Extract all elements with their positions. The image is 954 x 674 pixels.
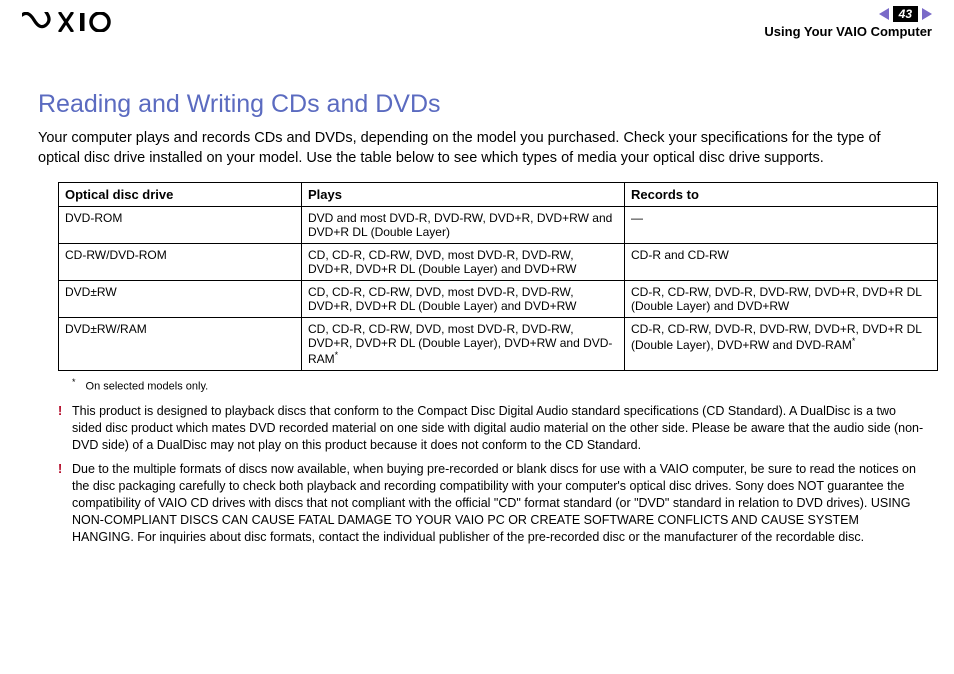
page-title: Reading and Writing CDs and DVDs (38, 90, 924, 119)
table-row: DVD±RW CD, CD-R, CD-RW, DVD, most DVD-R,… (59, 281, 938, 318)
page-number: 43 (893, 6, 918, 22)
cell-drive: CD-RW/DVD-ROM (59, 244, 302, 281)
col-header-plays: Plays (302, 183, 625, 207)
cell-drive: DVD±RW/RAM (59, 318, 302, 371)
cell-records: CD-R and CD-RW (625, 244, 938, 281)
header-right: 43 Using Your VAIO Computer (764, 6, 932, 39)
vaio-logo (22, 12, 112, 37)
page-header: 43 Using Your VAIO Computer (0, 0, 954, 50)
next-page-button[interactable] (922, 8, 932, 20)
table-footnote: *On selected models only. (72, 377, 924, 393)
warning-icon: ! (58, 461, 72, 545)
table-row: CD-RW/DVD-ROM CD, CD-R, CD-RW, DVD, most… (59, 244, 938, 281)
warning-icon: ! (58, 403, 72, 454)
cell-plays: DVD and most DVD-R, DVD-RW, DVD+R, DVD+R… (302, 207, 625, 244)
cell-plays: CD, CD-R, CD-RW, DVD, most DVD-R, DVD-RW… (302, 281, 625, 318)
warning-text: Due to the multiple formats of discs now… (72, 461, 924, 545)
warning-note: ! Due to the multiple formats of discs n… (58, 461, 924, 545)
table-row: DVD-ROM DVD and most DVD-R, DVD-RW, DVD+… (59, 207, 938, 244)
cell-plays: CD, CD-R, CD-RW, DVD, most DVD-R, DVD-RW… (302, 318, 625, 371)
cell-records: — (625, 207, 938, 244)
table-row: DVD±RW/RAM CD, CD-R, CD-RW, DVD, most DV… (59, 318, 938, 371)
page-nav: 43 (764, 6, 932, 22)
content-area: Reading and Writing CDs and DVDs Your co… (0, 50, 954, 546)
warning-text: This product is designed to playback dis… (72, 403, 924, 454)
col-header-drive: Optical disc drive (59, 183, 302, 207)
prev-page-button[interactable] (879, 8, 889, 20)
drive-compatibility-table: Optical disc drive Plays Records to DVD-… (58, 182, 938, 371)
cell-drive: DVD±RW (59, 281, 302, 318)
intro-paragraph: Your computer plays and records CDs and … (38, 129, 924, 168)
warning-note: ! This product is designed to playback d… (58, 403, 924, 454)
cell-plays: CD, CD-R, CD-RW, DVD, most DVD-R, DVD-RW… (302, 244, 625, 281)
section-title: Using Your VAIO Computer (764, 24, 932, 39)
table-header-row: Optical disc drive Plays Records to (59, 183, 938, 207)
cell-drive: DVD-ROM (59, 207, 302, 244)
cell-records: CD-R, CD-RW, DVD-R, DVD-RW, DVD+R, DVD+R… (625, 318, 938, 371)
col-header-records: Records to (625, 183, 938, 207)
page: 43 Using Your VAIO Computer Reading and … (0, 0, 954, 674)
cell-records: CD-R, CD-RW, DVD-R, DVD-RW, DVD+R, DVD+R… (625, 281, 938, 318)
